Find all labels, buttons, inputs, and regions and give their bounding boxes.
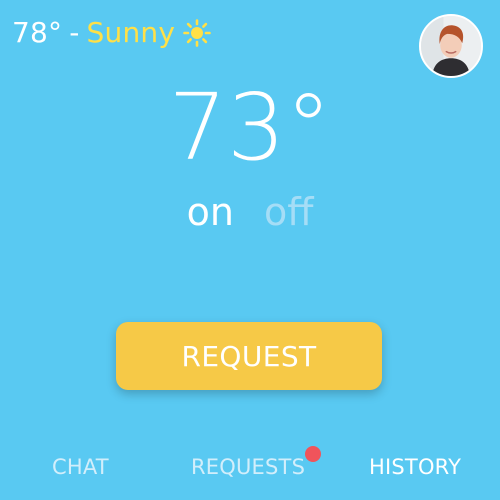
request-button[interactable]: REQUEST bbox=[116, 322, 382, 390]
weather-summary: 78° - Sunny bbox=[12, 12, 211, 54]
weather-separator: - bbox=[69, 16, 80, 49]
thermostat-setpoint: 73° bbox=[168, 74, 332, 181]
tab-history[interactable]: HISTORY bbox=[369, 444, 461, 490]
thermostat-screen: 78° - Sunny 73° on off REQUEST CHAT REQU… bbox=[0, 0, 500, 500]
power-toggle: on off bbox=[0, 193, 500, 231]
tab-chat[interactable]: CHAT bbox=[52, 444, 109, 490]
bottom-tab-bar: CHAT REQUESTS HISTORY bbox=[0, 444, 500, 490]
user-avatar[interactable] bbox=[419, 14, 483, 78]
tab-requests[interactable]: REQUESTS bbox=[191, 444, 305, 490]
power-on-option[interactable]: on bbox=[187, 193, 234, 231]
requests-notification-dot bbox=[305, 446, 321, 462]
sun-icon-graphic bbox=[183, 19, 211, 47]
outdoor-temperature: 78° bbox=[12, 16, 63, 49]
weather-condition: Sunny bbox=[86, 16, 176, 49]
sun-icon bbox=[183, 19, 211, 47]
power-off-option[interactable]: off bbox=[264, 193, 313, 231]
avatar-photo bbox=[421, 16, 481, 76]
